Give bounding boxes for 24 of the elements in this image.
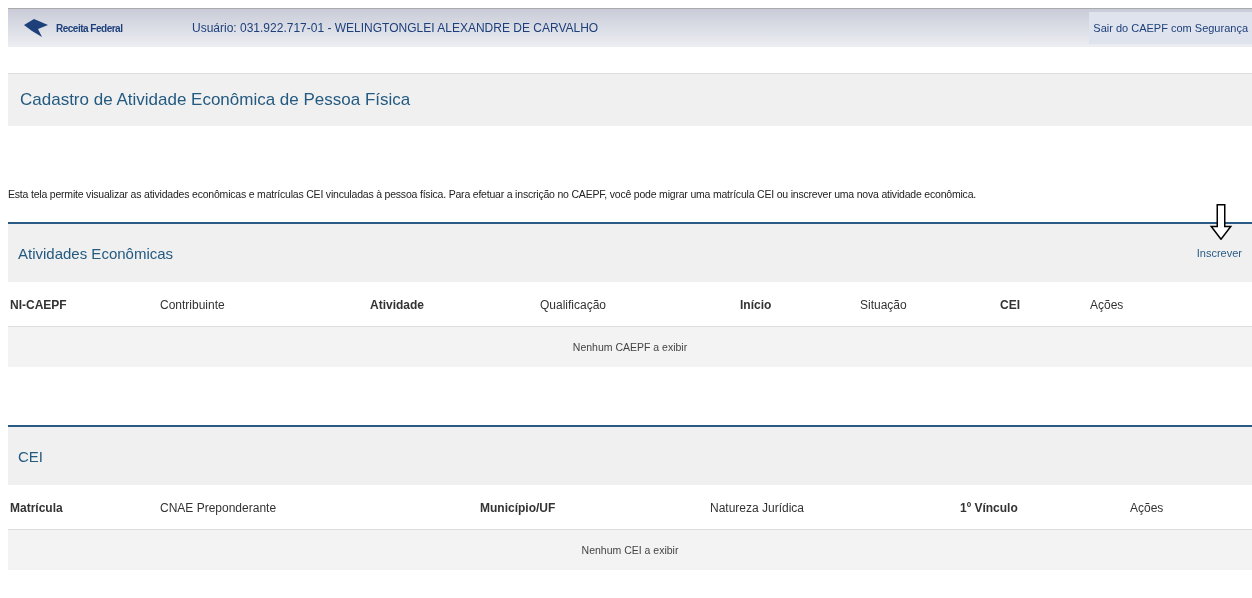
column-header: Situação <box>860 298 907 312</box>
column-header: Atividade <box>370 298 424 312</box>
column-header: CEI <box>1000 298 1020 312</box>
column-header: Ações <box>1090 298 1124 312</box>
description-text: Esta tela permite visualizar as atividades econômicas e matrículas CEI vinculadas à pessoa física. Para efetuar a inscrição no CAEPF, você pode migrar uma matrícula CEI ou inscrever uma nova atividade econômica. <box>8 188 978 202</box>
register-link[interactable]: Inscrever <box>1196 247 1242 259</box>
column-header: Início <box>740 298 772 312</box>
section-title: Atividades Econômicas <box>18 244 174 262</box>
logo-text: Receita Federal <box>56 22 123 34</box>
column-header: Contribuinte <box>160 298 225 312</box>
empty-row: Nenhum CEI a exibir <box>8 530 1252 570</box>
column-header: 1º Vínculo <box>960 501 1018 515</box>
empty-row: Nenhum CAEPF a exibir <box>8 327 1252 367</box>
user-info: Usuário: 031.922.717-01 - WELINGTONGLEI ALEXANDRE DE CARVALHO <box>192 21 600 35</box>
column-header: Qualificação <box>540 298 607 312</box>
page-title: Cadastro de Atividade Econômica de Pessoa Física <box>20 90 411 110</box>
logout-link[interactable]: Sair do CAEPF com Segurança <box>1089 12 1252 44</box>
column-header: NI-CAEPF <box>10 298 67 312</box>
section-title: CEI <box>18 447 43 465</box>
column-header: CNAE Preponderante <box>160 501 277 515</box>
column-header: Matrícula <box>10 501 63 515</box>
column-header: Município/UF <box>480 501 556 515</box>
column-header: Natureza Jurídica <box>710 501 805 515</box>
column-header: Ações <box>1130 501 1164 515</box>
